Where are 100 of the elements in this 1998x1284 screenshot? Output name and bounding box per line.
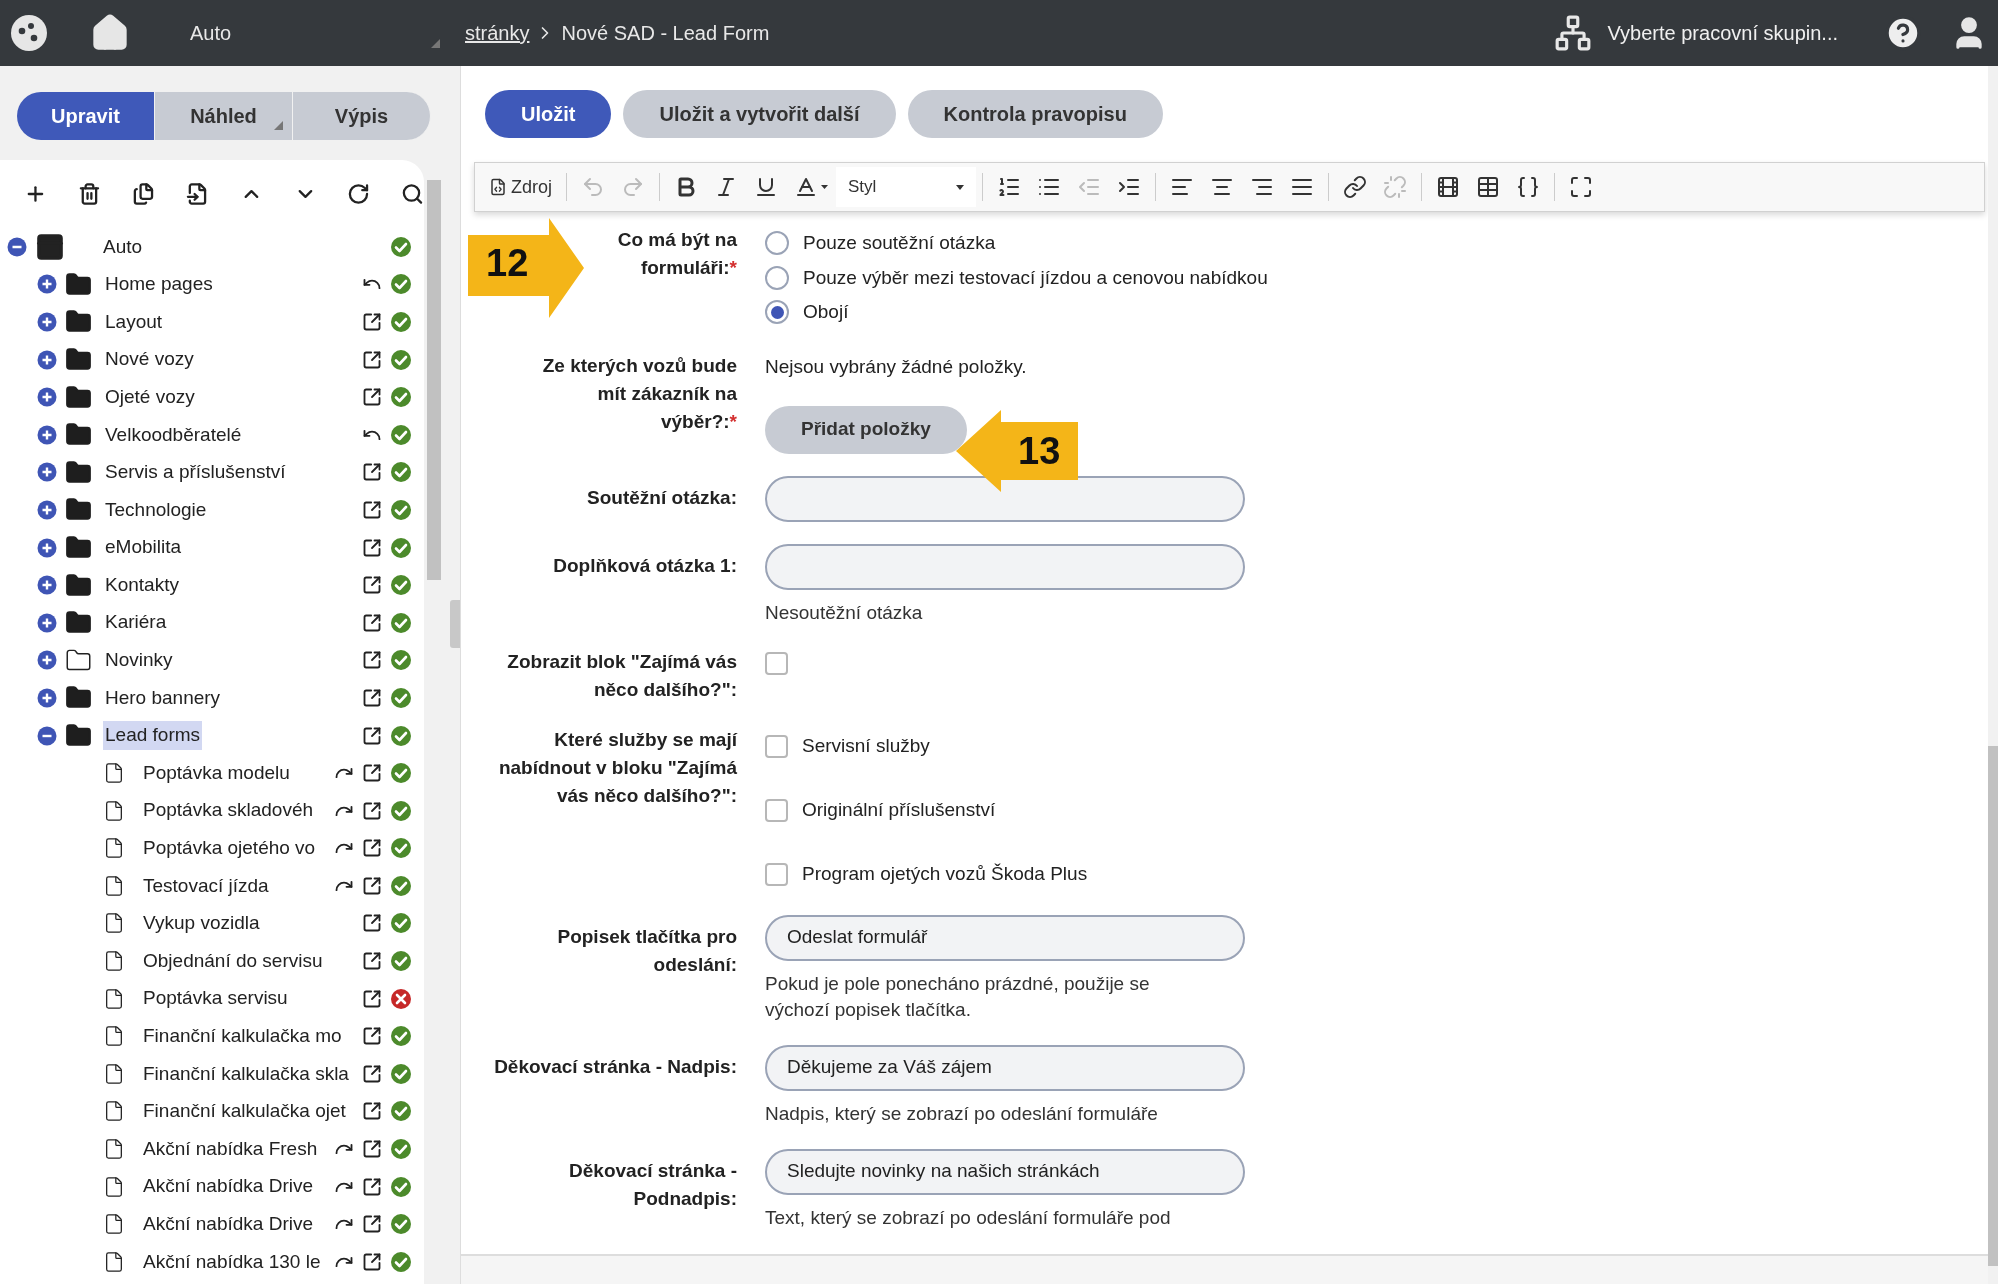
- action-button[interactable]: Kontrola pravopisu: [907, 90, 1163, 138]
- source-button[interactable]: Zdroj: [511, 173, 552, 201]
- external-link-icon[interactable]: [362, 499, 383, 520]
- link-icon[interactable]: [1343, 175, 1367, 199]
- text-field[interactable]: Děkujeme za Váš zájem: [765, 1044, 1245, 1091]
- expand-icon[interactable]: [37, 274, 57, 295]
- save-button[interactable]: Uložit: [485, 90, 612, 138]
- expand-icon[interactable]: [37, 499, 57, 520]
- collapse-icon[interactable]: [7, 236, 27, 257]
- tree-item[interactable]: Objednání do servisu: [141, 946, 325, 976]
- tree-item[interactable]: Finanční kalkulačka skla: [141, 1059, 351, 1089]
- breadcrumb-link[interactable]: stránky: [465, 18, 530, 48]
- refresh-icon[interactable]: [347, 181, 371, 207]
- table-icon[interactable]: [1476, 175, 1500, 199]
- external-link-icon[interactable]: [362, 687, 383, 708]
- text-field[interactable]: Odeslat formulář: [765, 914, 1245, 961]
- tree-item[interactable]: Velkoodběratelé: [103, 420, 244, 449]
- caret-icon[interactable]: [956, 184, 964, 190]
- tree-item[interactable]: eMobilita: [103, 533, 184, 562]
- expand-icon[interactable]: [37, 650, 57, 671]
- external-link-icon[interactable]: [362, 462, 383, 483]
- external-link-icon[interactable]: [362, 349, 383, 370]
- tree-item[interactable]: Akční nabídka 130 le: [141, 1247, 323, 1277]
- external-link-icon[interactable]: [362, 312, 383, 332]
- external-link-icon[interactable]: [362, 1176, 383, 1197]
- text-field[interactable]: [765, 475, 1245, 522]
- search-icon[interactable]: [401, 181, 425, 207]
- tree-item[interactable]: Testovací jízda: [141, 871, 271, 901]
- tree-item[interactable]: Servis a příslušenství: [103, 458, 288, 487]
- tree-item[interactable]: Hero bannery: [103, 683, 223, 713]
- checkbox[interactable]: [765, 734, 788, 758]
- external-link-icon[interactable]: [362, 537, 383, 558]
- collapse-icon[interactable]: [37, 725, 57, 746]
- trash-icon[interactable]: [77, 181, 101, 207]
- external-link-icon[interactable]: [362, 1214, 383, 1235]
- site-select[interactable]: Auto: [190, 18, 232, 48]
- tree-item[interactable]: Vykup vozidla: [141, 909, 262, 938]
- scrollbar[interactable]: [1988, 66, 1998, 1284]
- expand-icon[interactable]: [37, 537, 57, 558]
- radio-button[interactable]: [765, 265, 789, 290]
- checkbox[interactable]: [765, 798, 788, 822]
- expand-icon[interactable]: [37, 462, 57, 483]
- external-link-icon[interactable]: [362, 988, 383, 1009]
- expand-icon[interactable]: [37, 387, 57, 408]
- logo-icon[interactable]: [10, 14, 48, 52]
- tree-item[interactable]: Finanční kalkulačka ojet: [141, 1097, 348, 1126]
- source-icon[interactable]: [489, 178, 507, 196]
- expand-icon[interactable]: [37, 349, 57, 370]
- tree-item[interactable]: Finanční kalkulačka mo: [141, 1022, 344, 1051]
- expand-icon[interactable]: [37, 424, 57, 445]
- copy-icon[interactable]: [131, 181, 155, 207]
- tree-item[interactable]: Poptávka modelu: [141, 758, 292, 788]
- underline-icon[interactable]: [754, 175, 778, 199]
- maximize-icon[interactable]: [1569, 175, 1593, 199]
- checkbox[interactable]: [765, 651, 788, 675]
- external-link-icon[interactable]: [362, 913, 383, 934]
- sidebar-tab[interactable]: Výpis: [293, 92, 431, 140]
- external-link-icon[interactable]: [362, 838, 383, 859]
- sidebar-tab[interactable]: Upravit: [17, 92, 155, 140]
- external-link-icon[interactable]: [362, 1063, 383, 1084]
- media-icon[interactable]: [1436, 175, 1460, 199]
- external-link-icon[interactable]: [362, 800, 383, 821]
- tree-item[interactable]: Kontakty: [103, 570, 181, 600]
- external-link-icon[interactable]: [362, 575, 383, 596]
- action-button[interactable]: Uložit a vytvořit další: [623, 90, 896, 138]
- caret-icon[interactable]: [821, 185, 828, 189]
- expand-icon[interactable]: [37, 312, 57, 332]
- text-field[interactable]: Sledujte novinky na našich stránkách: [765, 1148, 1245, 1195]
- file-move-icon[interactable]: [185, 181, 209, 207]
- tree-item[interactable]: Home pages: [103, 270, 215, 299]
- expand-icon[interactable]: [37, 687, 57, 708]
- external-link-icon[interactable]: [362, 387, 383, 408]
- external-link-icon[interactable]: [362, 951, 383, 972]
- tree-item[interactable]: Akční nabídka Drive: [141, 1172, 316, 1201]
- text-color-icon[interactable]: [794, 175, 818, 199]
- external-link-icon[interactable]: [362, 725, 383, 746]
- workgroup-select[interactable]: Vyberte pracovní skupin...: [1607, 18, 1838, 48]
- radio-button[interactable]: [765, 231, 789, 256]
- external-link-icon[interactable]: [362, 612, 383, 633]
- tree-item[interactable]: Kariéra: [103, 608, 169, 637]
- expand-icon[interactable]: [37, 612, 57, 633]
- tree-item[interactable]: Nové vozy: [103, 345, 196, 374]
- checkbox[interactable]: [765, 862, 788, 886]
- sidebar-tab[interactable]: Náhled: [155, 92, 293, 140]
- external-link-icon[interactable]: [362, 1139, 383, 1160]
- placeholder-icon[interactable]: [1516, 175, 1540, 199]
- external-link-icon[interactable]: [362, 875, 383, 896]
- home-icon[interactable]: [90, 13, 130, 53]
- tree-item[interactable]: Auto: [101, 232, 145, 262]
- expand-icon[interactable]: [37, 575, 57, 596]
- tree-item[interactable]: Poptávka skladovéh: [141, 796, 316, 825]
- numbered-list-icon[interactable]: [997, 175, 1021, 199]
- add-items-button[interactable]: Přidat položky: [765, 405, 967, 454]
- tree-item[interactable]: Akční nabídka Drive: [141, 1210, 316, 1239]
- tree-item[interactable]: Poptávka ojetého vo: [141, 834, 318, 863]
- external-link-icon[interactable]: [362, 650, 383, 671]
- text-field[interactable]: [765, 543, 1245, 590]
- tree-item[interactable]: Akční nabídka Fresh: [141, 1134, 320, 1164]
- tree-item[interactable]: Lead forms: [103, 721, 203, 750]
- workgroup-icon[interactable]: [1553, 14, 1592, 52]
